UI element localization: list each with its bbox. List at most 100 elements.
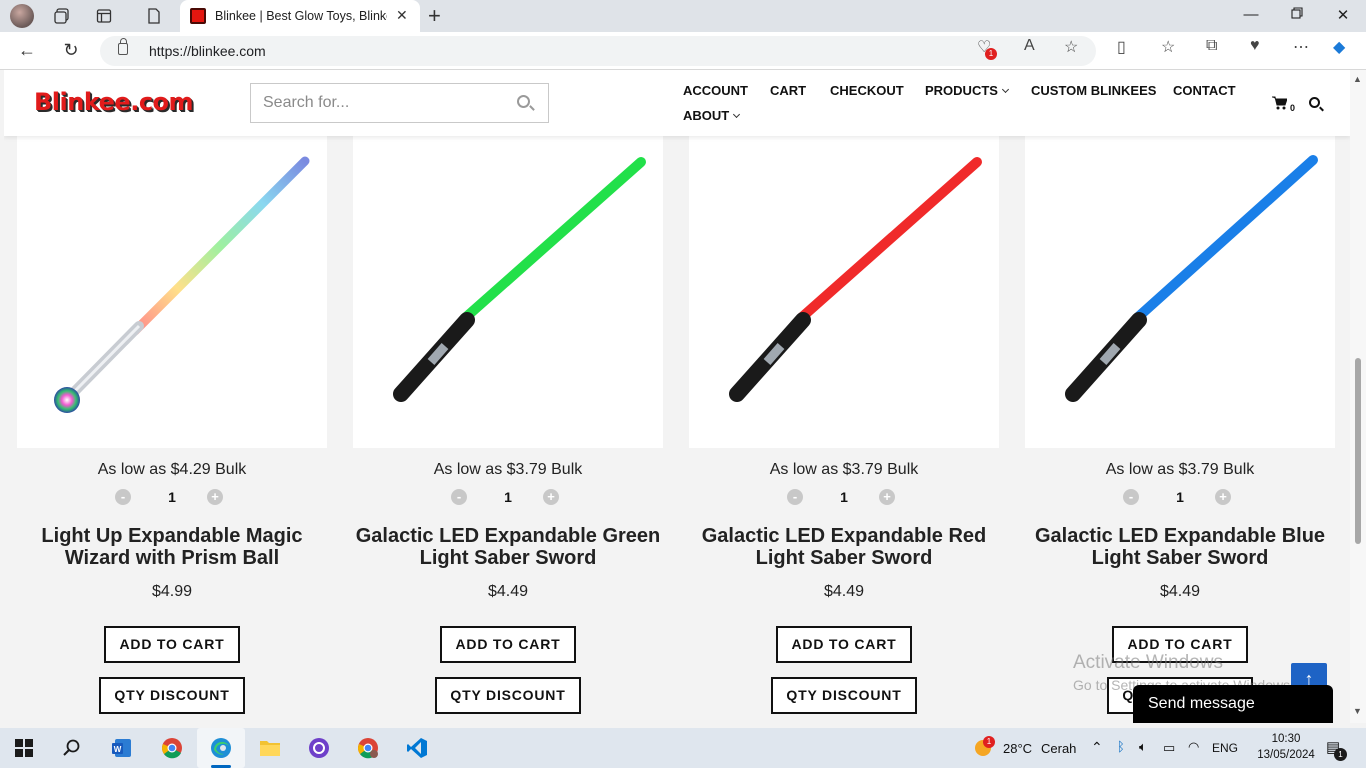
menu-custom-blinkees[interactable]: CUSTOM BLINKEES	[1031, 83, 1156, 98]
qty-minus-button[interactable]: -	[115, 489, 131, 505]
word-icon[interactable]: W	[110, 736, 134, 760]
menu-contact[interactable]: CONTACT	[1173, 83, 1236, 98]
header-search-icon[interactable]	[1309, 97, 1320, 108]
qty-value[interactable]: 1	[493, 489, 523, 505]
workspaces-icon[interactable]	[52, 6, 72, 26]
restore-icon[interactable]	[1287, 6, 1307, 23]
file-explorer-icon[interactable]	[258, 736, 282, 760]
weather-text[interactable]: Cerah	[1041, 741, 1076, 756]
qty-value[interactable]: 1	[1165, 489, 1195, 505]
copilot-icon[interactable]: ◆	[1333, 37, 1345, 57]
vscode-icon[interactable]	[405, 736, 429, 760]
back-icon[interactable]: ←	[16, 40, 38, 61]
chrome-profile-icon[interactable]	[356, 736, 380, 760]
product-price: $4.49	[1159, 583, 1201, 600]
qty-minus-button[interactable]: -	[1123, 489, 1139, 505]
new-tab-icon[interactable]: +	[428, 3, 441, 29]
qty-discount-button[interactable]: QTY DISCOUNT	[435, 677, 581, 714]
menu-checkout[interactable]: CHECKOUT	[830, 83, 904, 98]
split-screen-icon[interactable]: ▯	[1117, 37, 1126, 57]
favorites-icon[interactable]: ☆	[1161, 37, 1175, 57]
menu-cart[interactable]: CART	[770, 83, 806, 98]
tab-title: Blinkee | Best Glow Toys, Blinkee	[215, 9, 387, 23]
qty-value[interactable]: 1	[157, 489, 187, 505]
site-header: Blinkee.com ACCOUNT CART CHECKOUT PRODUC…	[4, 70, 1350, 136]
product-image[interactable]	[1025, 136, 1335, 448]
browser-tab-active[interactable]: Blinkee | Best Glow Toys, Blinkee ✕	[180, 0, 420, 32]
site-search[interactable]	[250, 83, 549, 123]
product-name[interactable]: Galactic LED Expandable Blue Light Saber…	[1025, 525, 1335, 569]
qty-plus-button[interactable]: +	[543, 489, 559, 505]
page-icon[interactable]	[144, 6, 164, 26]
qty-plus-button[interactable]: +	[1215, 489, 1231, 505]
logo-text: Blinkee.com	[34, 88, 194, 116]
chrome-icon[interactable]	[160, 736, 184, 760]
collections-icon[interactable]: ⧉	[1206, 37, 1217, 55]
activate-windows-title: Activate Windows	[1073, 652, 1223, 673]
product-card: As low as $4.29 Bulk - 1 + Light Up Expa…	[17, 70, 327, 723]
minimize-icon[interactable]: —	[1241, 6, 1261, 23]
language-indicator[interactable]: ENG	[1212, 741, 1238, 755]
qty-value[interactable]: 1	[829, 489, 859, 505]
volume-icon[interactable]: 🔈︎	[1139, 739, 1147, 755]
wifi-icon[interactable]: ◠	[1188, 739, 1199, 755]
add-to-cart-button[interactable]: ADD TO CART	[104, 626, 240, 663]
scroll-up-arrow-icon[interactable]: ▲	[1353, 74, 1362, 84]
cart-icon[interactable]	[1272, 96, 1288, 114]
bulk-price: As low as $4.29 Bulk	[97, 461, 247, 478]
edge-icon[interactable]	[209, 736, 233, 760]
bluetooth-icon[interactable]: ᛒ	[1117, 739, 1125, 754]
close-tab-icon[interactable]: ✕	[396, 7, 408, 24]
quantity-stepper: - 1 +	[17, 488, 327, 506]
menu-products[interactable]: PRODUCTS	[925, 83, 1009, 98]
search-input[interactable]	[263, 92, 503, 114]
favorite-star-icon[interactable]: ☆	[1064, 37, 1078, 57]
search-icon[interactable]	[517, 95, 530, 108]
svg-text:W: W	[114, 745, 122, 754]
qty-minus-button[interactable]: -	[787, 489, 803, 505]
menu-about[interactable]: ABOUT	[683, 108, 741, 123]
qty-plus-button[interactable]: +	[207, 489, 223, 505]
url-field[interactable]: https://blinkee.com	[100, 36, 1096, 66]
scroll-down-arrow-icon[interactable]: ▼	[1353, 706, 1362, 716]
battery-icon[interactable]: ▭	[1163, 740, 1175, 756]
product-name[interactable]: Galactic LED Expandable Green Light Sabe…	[353, 525, 663, 569]
search-icon[interactable]	[60, 736, 84, 760]
clock-date: 13/05/2024	[1257, 749, 1315, 761]
refresh-icon[interactable]: ↻	[60, 40, 82, 61]
url-text: https://blinkee.com	[149, 43, 266, 59]
read-aloud-icon[interactable]: A	[1024, 37, 1035, 55]
windows-start-icon[interactable]	[12, 736, 36, 760]
qty-plus-button[interactable]: +	[879, 489, 895, 505]
github-desktop-icon[interactable]	[307, 736, 331, 760]
product-image[interactable]	[17, 136, 327, 448]
chevron-up-icon[interactable]: ⌃	[1091, 739, 1103, 756]
menu-account[interactable]: ACCOUNT	[683, 83, 748, 98]
product-image[interactable]	[353, 136, 663, 448]
qty-discount-button[interactable]: QTY DISCOUNT	[99, 677, 245, 714]
browser-essentials-icon[interactable]: ♥	[1250, 37, 1260, 55]
more-menu-icon[interactable]: ⋯	[1293, 37, 1309, 57]
windows-taskbar: W 1 28°C Cerah ⌃ ᛒ 🔈︎ ▭ ◠ ENG ▤ 1	[0, 728, 1366, 768]
product-image[interactable]	[689, 136, 999, 448]
add-to-cart-button[interactable]: ADD TO CART	[440, 626, 576, 663]
page-scrollbar[interactable]: ▲ ▼	[1350, 70, 1366, 723]
weather-temp[interactable]: 28°C	[1003, 741, 1032, 756]
product-price: $4.99	[151, 583, 193, 600]
site-logo[interactable]: Blinkee.com	[34, 88, 194, 116]
add-to-cart-button[interactable]: ADD TO CART	[776, 626, 912, 663]
send-message-widget[interactable]: Send message	[1133, 685, 1333, 723]
product-name[interactable]: Galactic LED Expandable Red Light Saber …	[689, 525, 999, 569]
address-bar: ← ↻ https://blinkee.com ♡ A ☆ ▯ ☆ ⧉ ♥ ⋯ …	[0, 32, 1366, 70]
tab-actions-icon[interactable]	[94, 6, 114, 26]
qty-minus-button[interactable]: -	[451, 489, 467, 505]
close-window-icon[interactable]: ✕	[1333, 6, 1353, 24]
system-clock[interactable]: 10:30 13/05/2024	[1254, 731, 1318, 763]
scrollbar-thumb[interactable]	[1355, 358, 1361, 544]
bulk-price: As low as $3.79 Bulk	[1105, 461, 1255, 478]
qty-discount-button[interactable]: QTY DISCOUNT	[771, 677, 917, 714]
profile-avatar[interactable]	[10, 4, 34, 28]
product-name[interactable]: Light Up Expandable Magic Wizard with Pr…	[17, 525, 327, 569]
menu-products-label: PRODUCTS	[925, 83, 998, 98]
cart-count: 0	[1290, 103, 1296, 113]
